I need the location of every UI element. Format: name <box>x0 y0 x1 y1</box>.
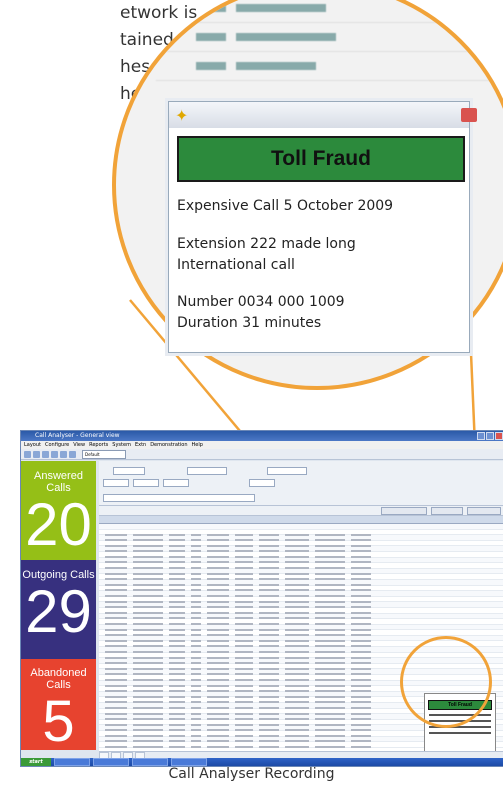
group-header-hint <box>103 494 255 502</box>
toolbar-icon[interactable] <box>42 450 49 458</box>
menu-reports[interactable]: Reports <box>89 441 108 449</box>
from-date-input[interactable] <box>187 467 227 475</box>
menu-view[interactable]: View <box>73 441 85 449</box>
outgoing-calls-count: 29 <box>25 578 92 645</box>
magnified-row <box>156 23 503 52</box>
refresh-button[interactable] <box>467 507 501 515</box>
taskbar-item[interactable] <box>132 758 168 766</box>
toolbar-icon[interactable] <box>33 450 40 458</box>
toolbar-icon[interactable] <box>24 450 31 458</box>
close-icon[interactable] <box>461 108 477 122</box>
to-date-input[interactable] <box>267 467 307 475</box>
alert-icon: ✦ <box>175 106 189 125</box>
trunk-input[interactable] <box>163 479 189 487</box>
extension-input[interactable] <box>133 479 159 487</box>
magnified-row <box>156 0 503 23</box>
options-button[interactable] <box>431 507 463 515</box>
popup-line-international: International call <box>177 257 295 273</box>
menu-layout[interactable]: Layout <box>24 441 41 449</box>
magnified-rows <box>156 0 503 81</box>
magnified-row <box>156 52 503 81</box>
menu-extn[interactable]: Extn <box>135 441 146 449</box>
menu-system[interactable]: System <box>112 441 131 449</box>
toll-fraud-banner: Toll Fraud <box>177 136 465 182</box>
layout-select[interactable]: Default <box>82 449 126 459</box>
toolbar-icon[interactable] <box>60 450 67 458</box>
popup-titlebar <box>169 102 469 128</box>
minimize-button[interactable] <box>477 432 485 440</box>
menu-demonstration[interactable]: Demonstration <box>150 441 187 449</box>
column-chooser-button[interactable] <box>381 507 427 515</box>
taskbar-item[interactable] <box>171 758 207 766</box>
window-controls <box>477 432 503 440</box>
number-input[interactable] <box>103 479 129 487</box>
menu-configure[interactable]: Configure <box>45 441 69 449</box>
window-title: Call Analyser - General view <box>35 432 120 439</box>
popup-line-extension: Extension 222 made long <box>177 236 356 252</box>
menu-help[interactable]: Help <box>192 441 203 449</box>
popup-line-date: Expensive Call 5 October 2009 <box>177 198 394 214</box>
figure-caption: Call Analyser Recording <box>168 766 335 782</box>
taskbar-item[interactable] <box>54 758 90 766</box>
abandoned-calls-label: Abandoned Calls <box>30 667 87 691</box>
windows-taskbar: start <box>21 758 503 766</box>
popup-line-duration: Duration 31 minutes <box>177 315 322 331</box>
grid-header <box>99 516 503 524</box>
menu-bar: Layout Configure View Reports System Ext… <box>21 441 503 449</box>
toll-fraud-popup: ✦ Toll Fraud Expensive Call 5 October 20… <box>168 101 477 353</box>
action-buttons <box>99 506 503 516</box>
window-titlebar: Call Analyser - General view <box>21 431 503 441</box>
outgoing-calls-panel: Outgoing Calls 29 <box>21 560 96 659</box>
answered-calls-count: 20 <box>25 491 92 558</box>
answered-calls-panel: Answered Calls 20 <box>21 461 96 560</box>
abandoned-calls-panel: Abandoned Calls 5 <box>21 659 96 750</box>
mini-popup-line <box>429 732 491 734</box>
toolbar-icon[interactable] <box>69 450 76 458</box>
filter-bar <box>99 461 503 506</box>
popup-line-number: Number 0034 000 1009 <box>177 294 345 310</box>
period-select[interactable] <box>113 467 145 475</box>
taskbar-item[interactable] <box>93 758 129 766</box>
toll-fraud-title: Toll Fraud <box>271 147 371 170</box>
maximize-button[interactable] <box>486 432 494 440</box>
abandoned-calls-count: 5 <box>42 689 75 751</box>
start-button[interactable]: start <box>21 758 51 766</box>
toolbar: Default <box>21 449 503 460</box>
zoom-highlight-circle <box>400 636 492 728</box>
close-button[interactable] <box>495 432 503 440</box>
toolbar-icon[interactable] <box>51 450 58 458</box>
max-calls-input[interactable] <box>249 479 275 487</box>
